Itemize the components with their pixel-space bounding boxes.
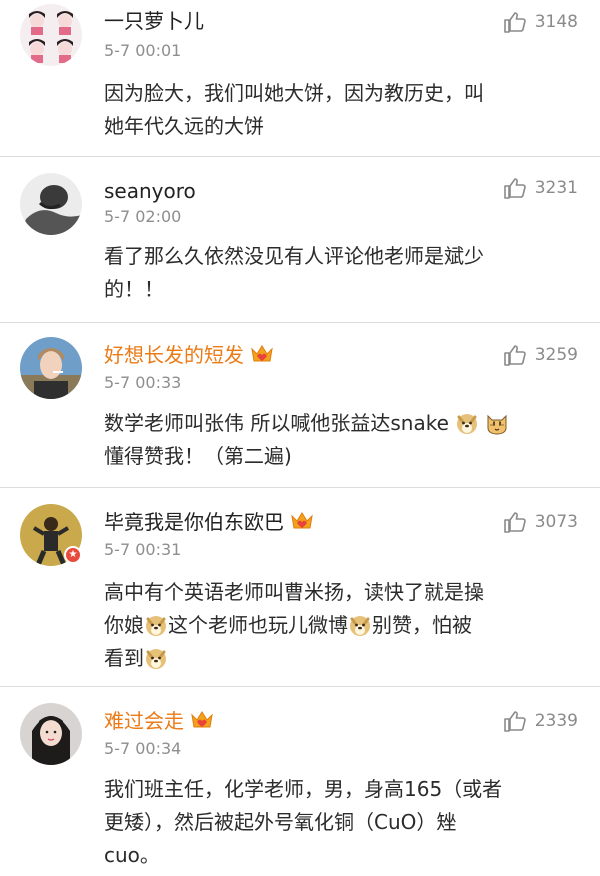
timestamp: 5-7 00:01: [104, 41, 182, 60]
timestamp: 5-7 00:33: [104, 373, 182, 392]
doge-emoji: [144, 613, 168, 637]
cat-emoji: [485, 411, 509, 435]
avatar[interactable]: [20, 173, 82, 235]
timestamp: 5-7 00:31: [104, 540, 182, 559]
comment-text: 数学老师叫张伟 所以喊他张益达snake 懂得赞我！（第二遍): [104, 407, 574, 473]
timestamp: 5-7 02:00: [104, 207, 182, 226]
comment-item: ★ 毕竟我是你伯东欧巴 5-7 00:31 3073 高中有个英语老师叫曹米扬，…: [0, 488, 600, 687]
thumbs-up-icon: [503, 709, 527, 733]
comment-text: 看了那么久依然没见有人评论他老师是斌少 的！！: [104, 244, 484, 301]
like-button[interactable]: 3259: [503, 342, 578, 368]
comment-item: 难过会走 5-7 00:34 2339 我们班主任，化学老师，男，身高165（或…: [0, 687, 600, 876]
timestamp: 5-7 00:34: [104, 739, 182, 758]
like-count: 3231: [534, 178, 578, 198]
comment-text: 我们班主任，化学老师，男，身高165（或者 更矮），然后被起外号氧化铜（CuO）…: [104, 777, 503, 867]
like-button[interactable]: 3073: [503, 509, 578, 535]
doge-emoji: [144, 646, 168, 670]
star-badge-icon: ★: [64, 546, 82, 564]
comment-text: 高中有个英语老师叫曹米扬，读快了就是操 你娘 这个老师也玩儿微博 别赞，怕被 看到: [104, 580, 484, 670]
comment-item: 好想长发的短发 5-7 00:33 3259 数学老师叫张伟 所以喊他张益达sn…: [0, 323, 600, 488]
like-count: 2339: [534, 711, 578, 731]
doge-emoji: [455, 411, 479, 435]
crown-icon: [190, 709, 214, 731]
avatar[interactable]: [20, 337, 82, 399]
thumbs-up-icon: [503, 510, 527, 534]
like-count: 3073: [534, 512, 578, 532]
username[interactable]: 难过会走: [104, 708, 214, 734]
like-button[interactable]: 3231: [503, 175, 578, 201]
like-button[interactable]: 2339: [503, 708, 578, 734]
username[interactable]: 毕竟我是你伯东欧巴: [104, 509, 314, 535]
thumbs-up-icon: [503, 343, 527, 367]
thumbs-up-icon: [503, 176, 527, 200]
crown-icon: [250, 343, 274, 365]
thumbs-up-icon: [503, 10, 527, 34]
crown-icon: [290, 510, 314, 532]
comment-item: seanyoro 5-7 02:00 3231 看了那么久依然没见有人评论他老师…: [0, 157, 600, 323]
comment-text: 因为脸大，我们叫她大饼，因为教历史，叫 她年代久远的大饼: [104, 81, 484, 138]
username[interactable]: seanyoro: [104, 178, 196, 204]
username[interactable]: 一只萝卜儿: [104, 8, 204, 34]
avatar[interactable]: [20, 4, 82, 66]
comment-item: 一只萝卜儿 5-7 00:01 3148 因为脸大，我们叫她大饼，因为教历史，叫…: [0, 0, 600, 157]
comment-list: 一只萝卜儿 5-7 00:01 3148 因为脸大，我们叫她大饼，因为教历史，叫…: [0, 0, 600, 876]
doge-emoji: [348, 613, 372, 637]
like-count: 3259: [534, 345, 578, 365]
avatar[interactable]: [20, 703, 82, 765]
username[interactable]: 好想长发的短发: [104, 342, 274, 368]
like-button[interactable]: 3148: [503, 9, 578, 35]
like-count: 3148: [534, 12, 578, 32]
